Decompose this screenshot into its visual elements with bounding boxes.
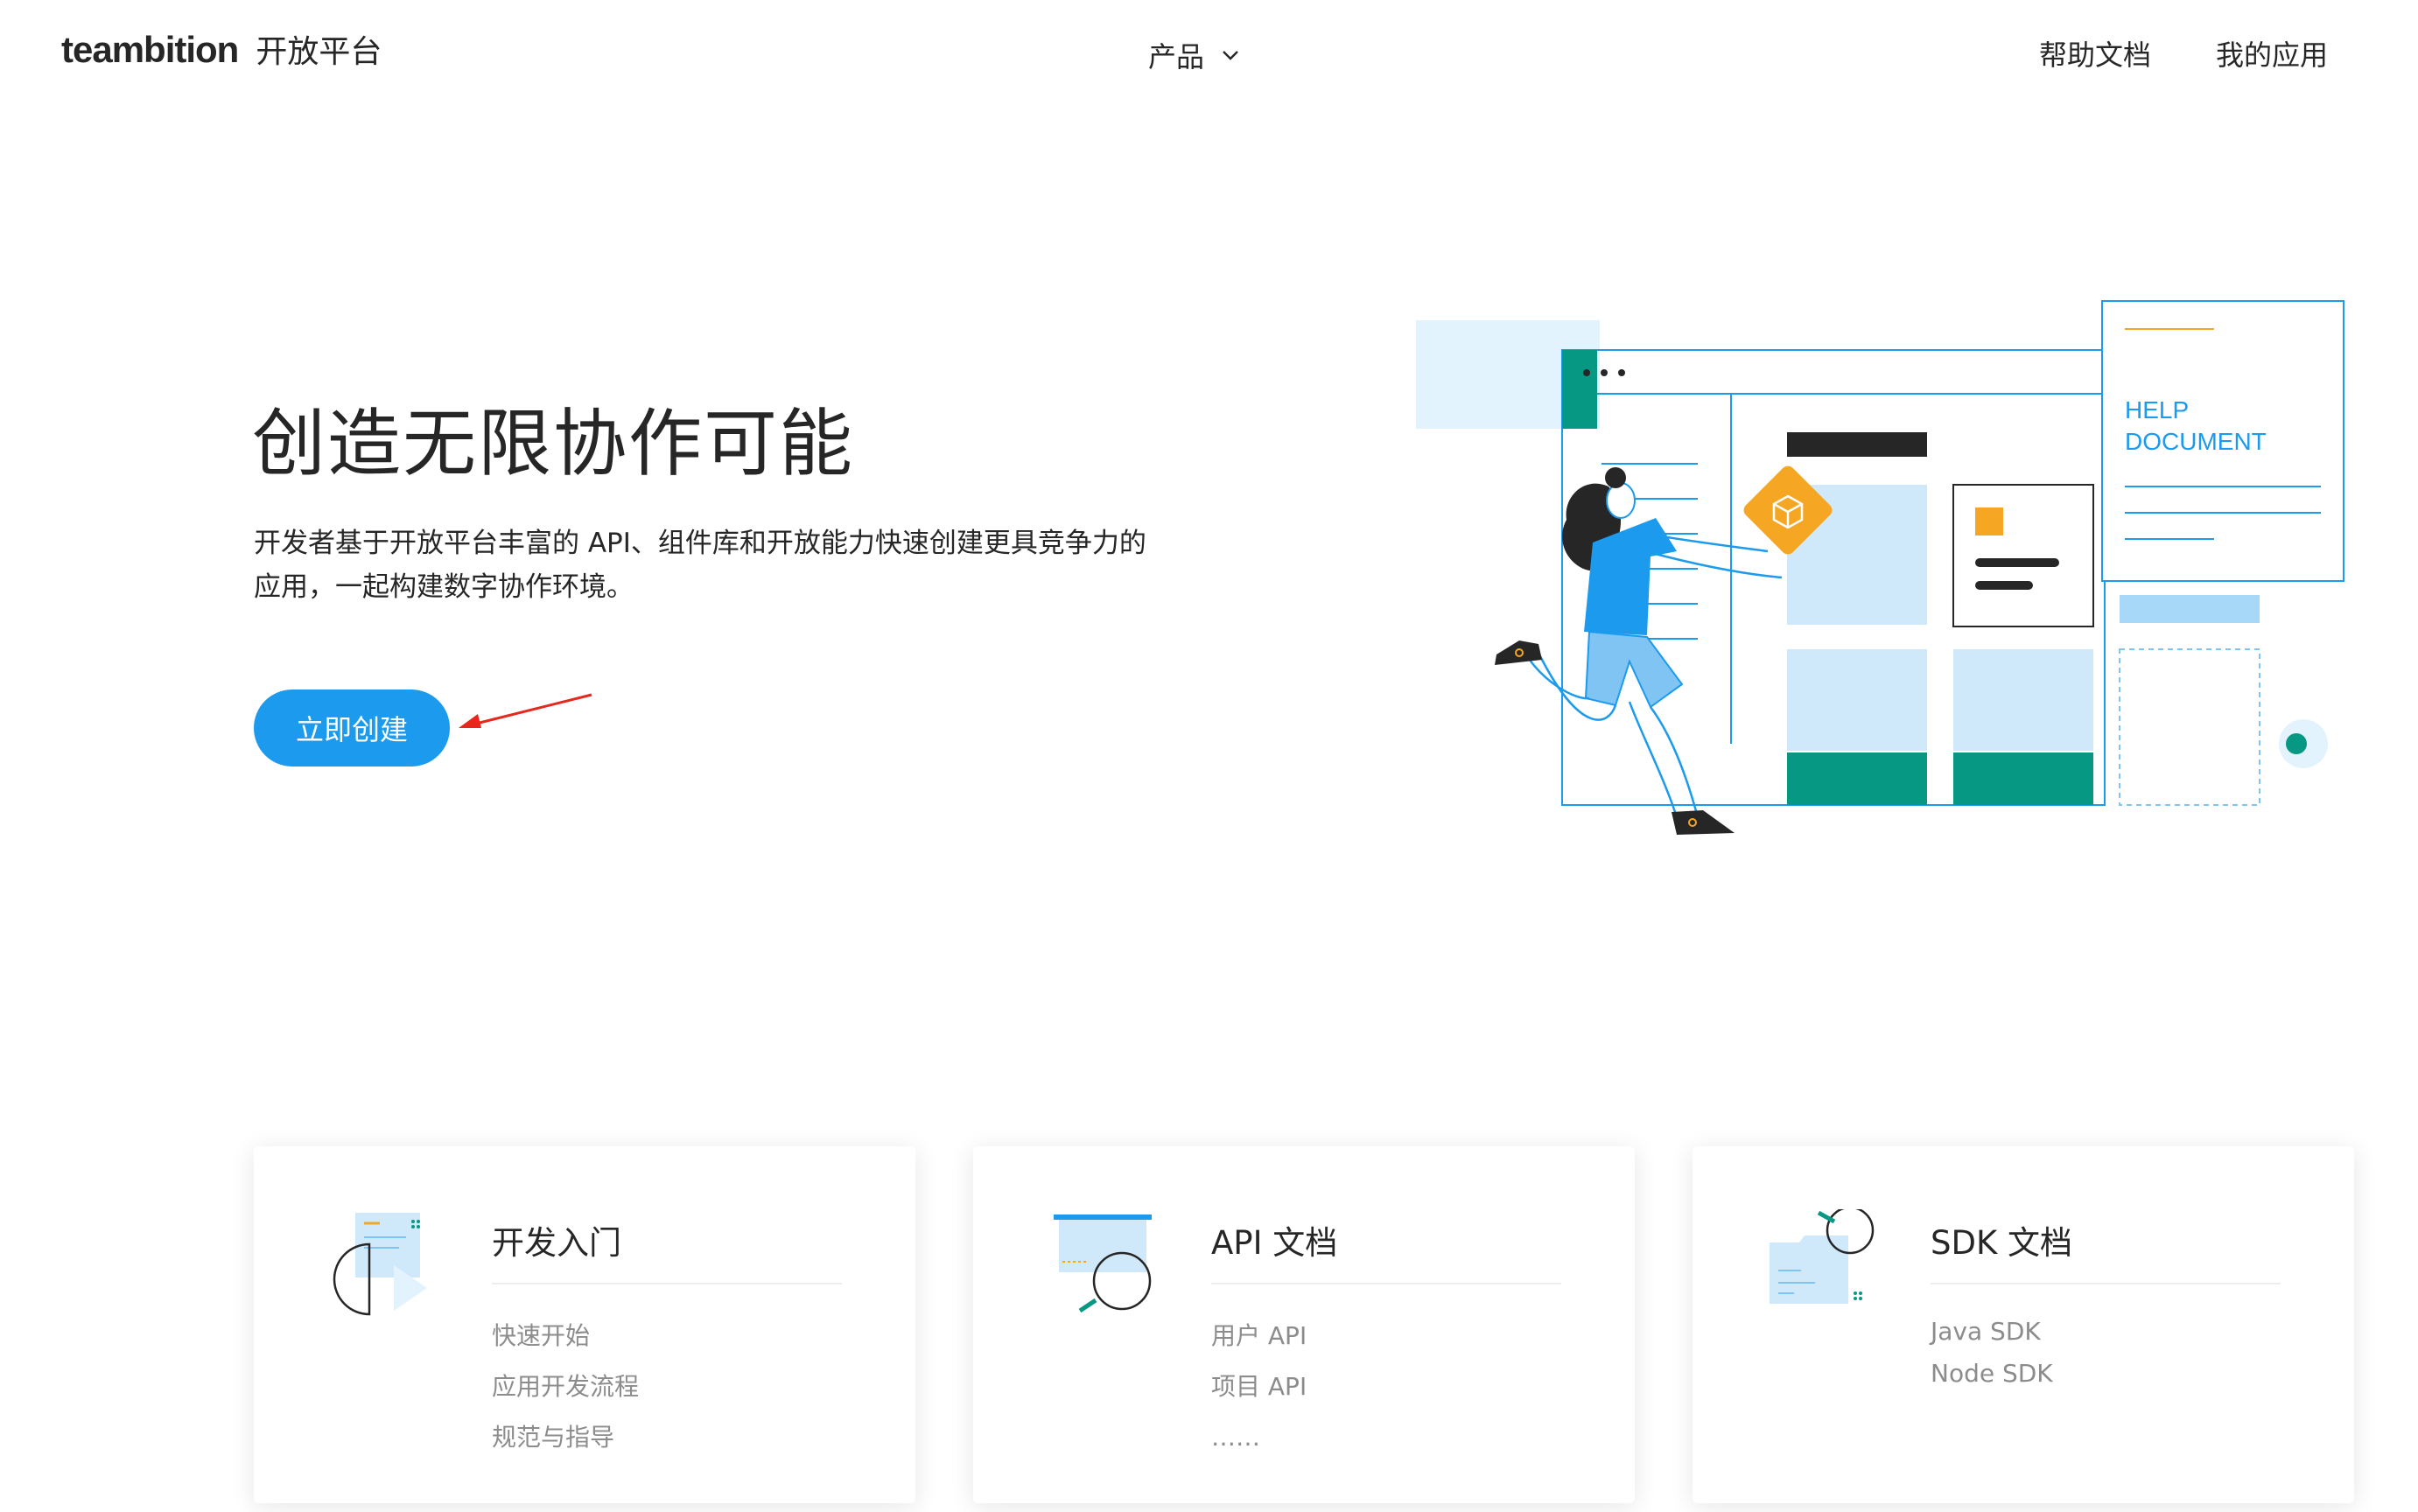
logo-wordmark: teambition bbox=[61, 29, 239, 70]
api-doc-icon bbox=[1054, 1214, 1152, 1313]
running-person bbox=[1495, 467, 1783, 835]
annotation-arrow bbox=[459, 693, 592, 728]
card-divider bbox=[1211, 1283, 1561, 1284]
hero-description: 开发者基于开放平台丰富的 API、组件库和开放能力快速创建更具竞争力的 应用，一… bbox=[254, 522, 1216, 609]
node-sdk-link[interactable]: Node SDK bbox=[1931, 1353, 2053, 1395]
card-getting-started: 开发入门 快速开始 应用开发流程 规范与指导 bbox=[254, 1146, 915, 1503]
card-divider bbox=[1931, 1283, 2281, 1284]
nav-product-dropdown[interactable]: 产品 bbox=[1148, 35, 1239, 75]
dev-process-link[interactable]: 应用开发流程 bbox=[492, 1362, 639, 1412]
illustration-document-text: DOCUMENT bbox=[2125, 428, 2267, 455]
hero-illustration: HELP DOCUMENT bbox=[1416, 300, 2344, 835]
nav-product-label: 产品 bbox=[1148, 40, 1205, 74]
top-navbar: teambition 开放平台 产品 帮助文档 我的应用 bbox=[0, 0, 2418, 114]
card-title: 开发入门 bbox=[492, 1224, 621, 1262]
project-api-link[interactable]: 项目 API bbox=[1211, 1362, 1307, 1412]
getting-started-icon bbox=[333, 1213, 427, 1316]
hero-title: 创造无限协作可能 bbox=[252, 401, 855, 486]
chevron-down-icon bbox=[1223, 51, 1238, 60]
card-divider bbox=[492, 1283, 842, 1284]
card-api-docs: API 文档 用户 API 项目 API …… bbox=[973, 1146, 1635, 1503]
nav-my-apps-link[interactable]: 我的应用 bbox=[2216, 33, 2328, 74]
hero-description-line-2: 应用，一起构建数字协作环境。 bbox=[254, 571, 634, 603]
page: teambition 开放平台 产品 帮助文档 我的应用 创造无限协作可能 开发… bbox=[0, 0, 2418, 1512]
card-links: 用户 API 项目 API …… bbox=[1211, 1311, 1307, 1463]
card-title: SDK 文档 bbox=[1931, 1224, 2073, 1262]
sdk-doc-icon bbox=[1770, 1209, 1875, 1304]
card-links: 快速开始 应用开发流程 规范与指导 bbox=[492, 1311, 639, 1463]
hero-description-line-1: 开发者基于开放平台丰富的 API、组件库和开放能力快速创建更具竞争力的 bbox=[254, 528, 1146, 559]
java-sdk-link[interactable]: Java SDK bbox=[1931, 1311, 2053, 1353]
card-title: API 文档 bbox=[1211, 1224, 1338, 1262]
guidelines-link[interactable]: 规范与指导 bbox=[492, 1412, 639, 1463]
more-api-link[interactable]: …… bbox=[1211, 1412, 1307, 1463]
nav-help-docs-link[interactable]: 帮助文档 bbox=[2039, 33, 2151, 74]
create-now-button[interactable]: 立即创建 bbox=[254, 690, 450, 766]
quick-start-link[interactable]: 快速开始 bbox=[492, 1311, 639, 1362]
card-sdk-docs: SDK 文档 Java SDK Node SDK bbox=[1693, 1146, 2354, 1503]
user-api-link[interactable]: 用户 API bbox=[1211, 1311, 1307, 1362]
illustration-help-text: HELP bbox=[2125, 396, 2189, 424]
card-links: Java SDK Node SDK bbox=[1931, 1311, 2053, 1395]
logo[interactable]: teambition 开放平台 bbox=[61, 26, 382, 72]
logo-subtitle: 开放平台 bbox=[256, 34, 382, 70]
